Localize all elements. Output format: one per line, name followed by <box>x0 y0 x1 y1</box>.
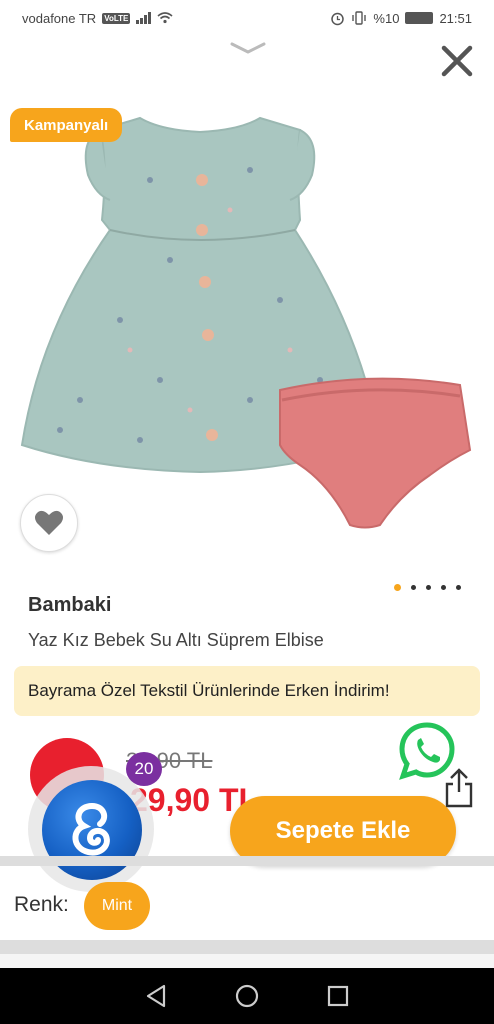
bloomers-illustration <box>279 377 472 529</box>
lower-strip <box>0 954 494 968</box>
signal-icon <box>136 12 152 24</box>
back-triangle-icon <box>146 984 165 1008</box>
volte-icon: VoLTE <box>102 12 131 24</box>
share-button[interactable] <box>444 766 474 808</box>
recents-square-icon <box>328 985 349 1007</box>
pagination-dot[interactable] <box>456 585 461 590</box>
close-icon <box>441 45 473 77</box>
product-quick-view: vodafone TR VoLTE %10 21:51 Kampanyalı B… <box>0 0 494 1024</box>
carrier-name: vodafone TR <box>22 10 97 26</box>
section-divider <box>0 856 494 866</box>
favorite-button[interactable] <box>20 494 78 552</box>
pagination-dot[interactable] <box>411 585 416 590</box>
product-image[interactable] <box>0 100 494 570</box>
home-circle-icon <box>235 984 259 1008</box>
brand-name[interactable]: Bambaki <box>28 594 111 617</box>
alarm-icon <box>331 12 345 25</box>
pagination-dot[interactable] <box>426 585 431 590</box>
color-label: Renk: <box>14 893 69 916</box>
promo-banner: Bayrama Özel Tekstil Ürünlerinde Erken İ… <box>14 666 480 716</box>
back-button[interactable] <box>143 983 169 1009</box>
battery-percent: %10 <box>373 10 400 26</box>
share-icon <box>445 768 473 808</box>
section-divider <box>0 940 494 954</box>
product-title: Yaz Kız Bebek Su Altı Süprem Elbise <box>28 630 324 650</box>
status-bar: vodafone TR VoLTE %10 21:51 <box>0 0 494 36</box>
status-left: vodafone TR VoLTE <box>22 11 173 26</box>
collapse-chevron-icon[interactable] <box>228 38 268 58</box>
notification-count-badge: 20 <box>126 752 162 786</box>
status-right: %10 21:51 <box>330 11 472 26</box>
heart-icon <box>35 510 63 535</box>
recents-button[interactable] <box>325 983 351 1009</box>
vibrate-icon <box>352 11 367 25</box>
color-option-mint[interactable]: Mint <box>84 882 150 930</box>
clock: 21:51 <box>439 10 472 26</box>
pagination-dot-active[interactable] <box>394 584 401 591</box>
promo-text: Bayrama Özel Tekstil Ürünlerinde Erken İ… <box>28 681 390 700</box>
campaign-badge: Kampanyalı <box>10 108 123 142</box>
system-nav-bar <box>0 968 494 1024</box>
pagination-dot[interactable] <box>441 585 446 590</box>
battery-icon <box>405 12 434 24</box>
image-pagination <box>394 584 461 591</box>
close-button[interactable] <box>436 40 478 82</box>
wifi-icon <box>157 12 173 24</box>
home-button[interactable] <box>234 983 260 1009</box>
